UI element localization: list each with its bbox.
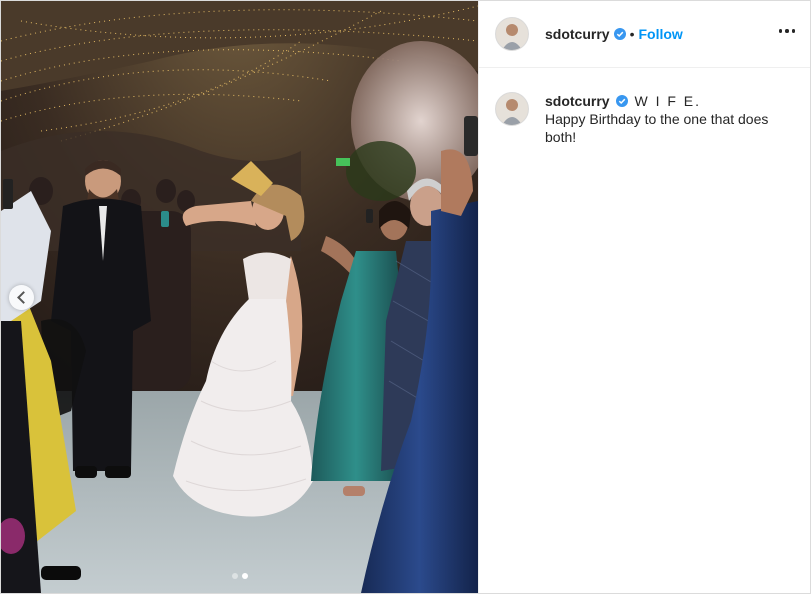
avatar[interactable] [495,17,529,51]
carousel-dot [231,573,238,579]
separator-dot: • [629,26,635,42]
caption: sdotcurry W I F E. Happy Birthday to the… [495,92,795,146]
avatar-image [496,18,528,50]
verified-badge-icon [613,28,626,40]
avatar-image [496,93,528,125]
carousel-prev-button[interactable] [9,285,34,310]
post-header: sdotcurry • Follow [479,1,810,68]
post-side-panel: sdotcurry • Follow sdotcurry W I F E. Ha… [478,1,810,593]
username[interactable]: sdotcurry [545,26,610,42]
caption-avatar[interactable] [495,92,529,126]
caption-username[interactable]: sdotcurry [545,93,610,109]
carousel-indicator [1,573,478,579]
caption-headline: W I F E. [634,93,702,109]
more-options-icon[interactable] [778,25,795,37]
caption-text: sdotcurry W I F E. Happy Birthday to the… [545,92,795,146]
verified-badge-icon [615,95,628,107]
chevron-left-icon [16,291,30,304]
follow-button[interactable]: Follow [638,26,682,42]
instagram-post: sdotcurry • Follow sdotcurry W I F E. Ha… [0,0,811,594]
carousel-dot-active [241,573,248,579]
caption-body: Happy Birthday to the one that does both… [545,111,769,145]
wedding-photo [1,1,478,593]
post-photo[interactable] [1,1,478,593]
